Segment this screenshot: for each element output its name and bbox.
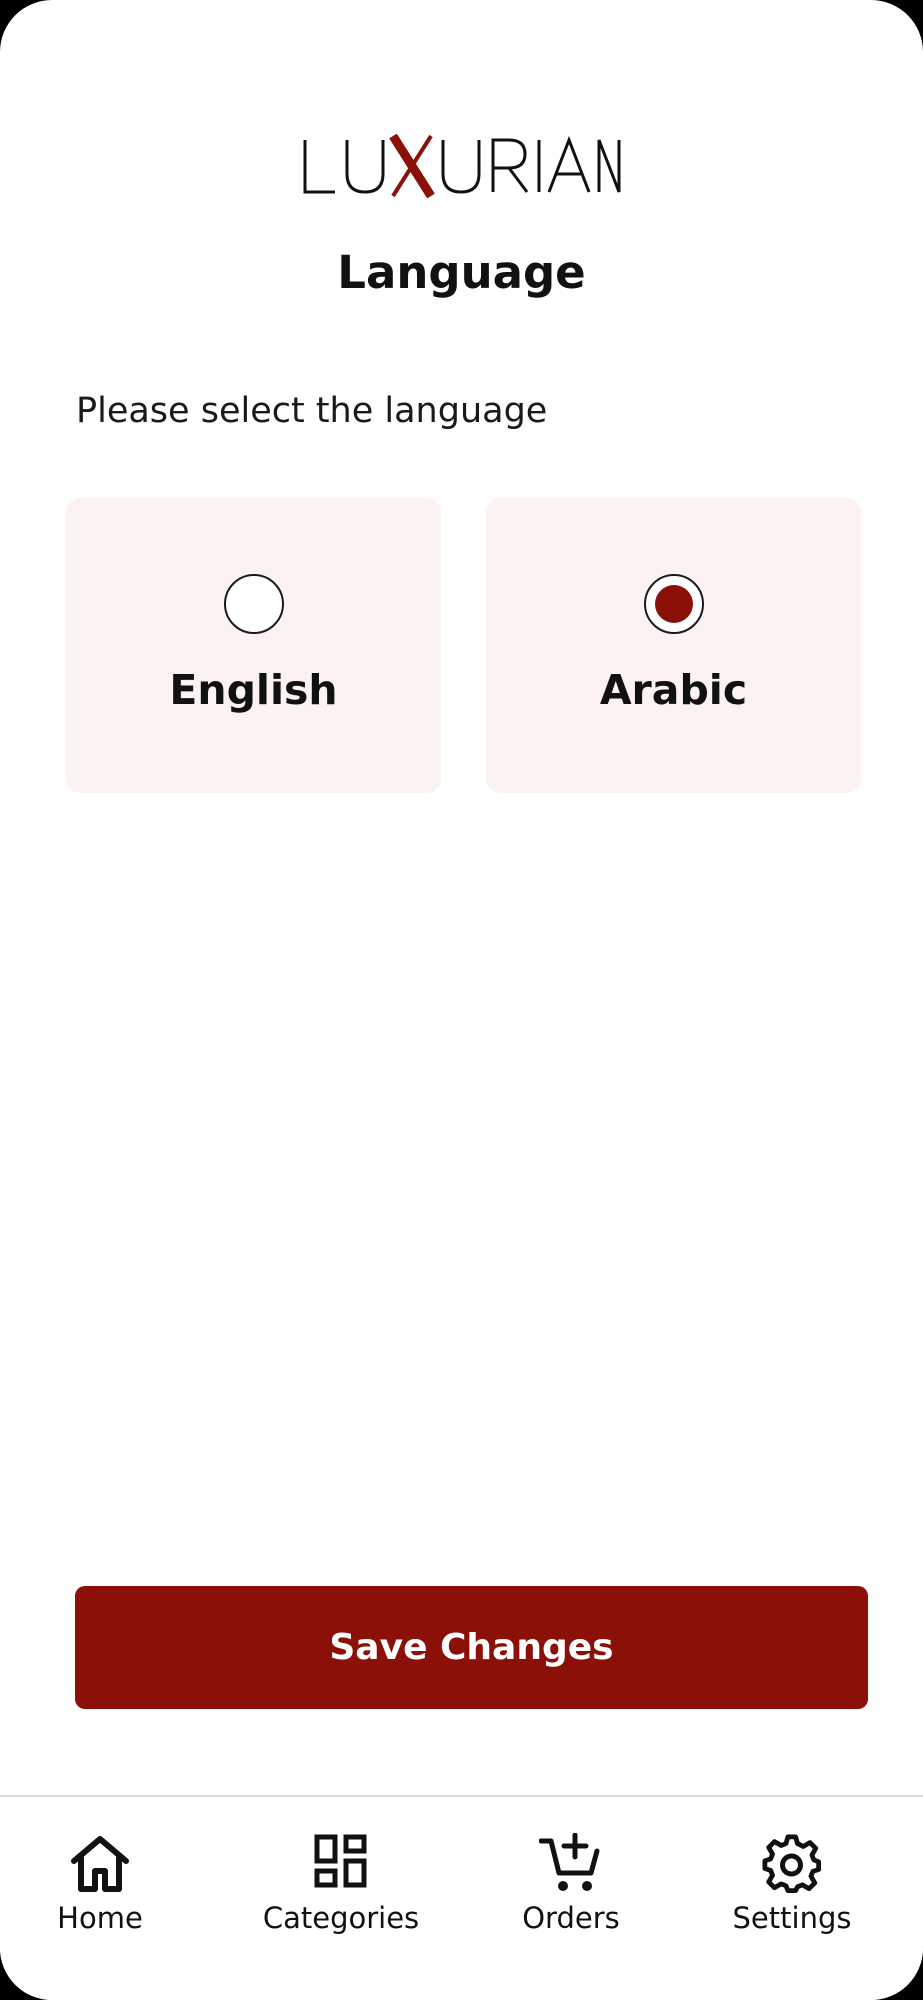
language-prompt: Please select the language [76,391,548,431]
nav-item-home[interactable]: Home [40,1797,160,1947]
page-title: Language [337,246,586,299]
radio-arabic[interactable] [643,574,704,634]
nav-label-orders: Orders [522,1901,620,1935]
language-option-english[interactable]: English [66,498,441,793]
nav-item-settings[interactable]: Settings [722,1797,862,1947]
nav-label-home: Home [57,1901,143,1935]
language-option-label: Arabic [599,666,748,714]
home-icon [71,1836,129,1892]
luxurian-logo-icon [303,134,620,198]
app-screen: Language Please select the language Engl… [0,0,923,2000]
categories-grid-icon [314,1834,367,1888]
nav-label-settings: Settings [732,1901,852,1935]
radio-english[interactable] [223,574,284,634]
gear-icon [762,1834,822,1893]
language-option-label: English [169,666,338,714]
language-option-arabic[interactable]: Arabic [486,498,861,793]
save-changes-button[interactable]: Save Changes [75,1586,868,1709]
nav-item-categories[interactable]: Categories [248,1797,434,1947]
cart-add-icon [539,1833,600,1891]
bottom-navigation: Home Categories Orders Settings [0,1795,923,2000]
brand-logo [0,134,923,198]
nav-item-orders[interactable]: Orders [506,1797,636,1947]
nav-label-categories: Categories [262,1901,420,1935]
radio-selected-dot [654,585,693,623]
